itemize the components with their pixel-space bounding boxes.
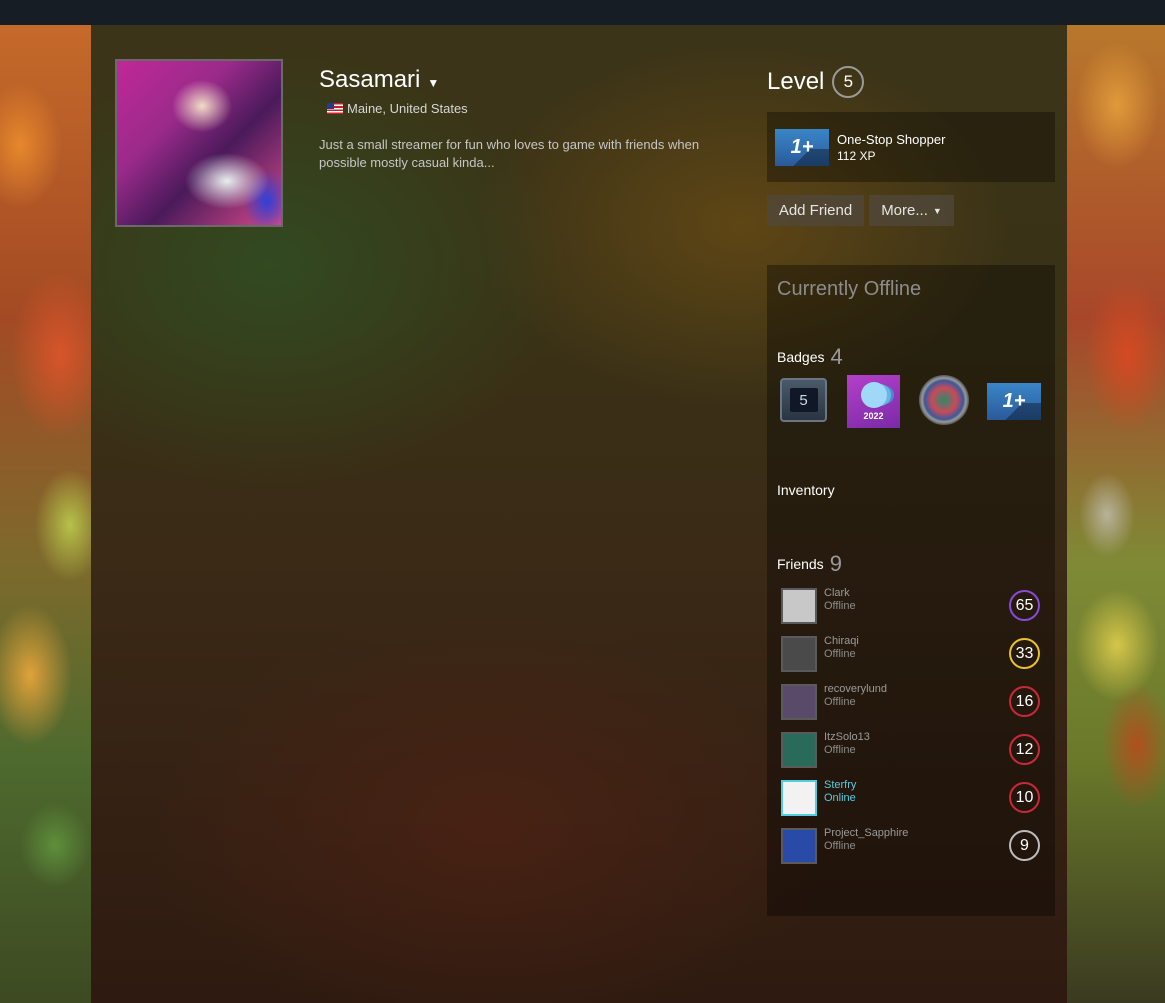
location-text: Maine, United States [347, 101, 468, 116]
top-bar [0, 0, 1165, 25]
badge-list: 5 2022 1+ [779, 374, 1045, 430]
friend-name[interactable]: ItzSolo13 [824, 731, 870, 743]
disc-badge-icon[interactable] [919, 375, 969, 425]
friend-name[interactable]: Clark [824, 587, 850, 599]
friends-section-title[interactable]: Friends 9 [777, 551, 842, 577]
background-art-left [0, 25, 91, 1003]
steam-replay-2022-badge-icon[interactable]: 2022 [847, 375, 900, 428]
chevron-down-icon: ▼ [932, 205, 942, 216]
level-badge[interactable]: 5 [832, 66, 865, 98]
level-label: Level [767, 68, 825, 95]
add-friend-label: Add Friend [778, 202, 853, 219]
friend-level-badge: 9 [1009, 830, 1040, 861]
inventory-title: Inventory [777, 482, 835, 498]
friend-avatar[interactable] [781, 684, 817, 720]
friend-row[interactable]: recoverylund Offline 16 [781, 683, 1043, 720]
friend-name[interactable]: Project_Sapphire [824, 827, 908, 839]
more-label: More... [881, 202, 928, 219]
profile-name: Sasamari [319, 66, 421, 93]
friend-level-badge: 10 [1009, 782, 1040, 813]
badge-icon-text: 1+ [790, 135, 814, 158]
friend-row[interactable]: Chiraqi Offline 33 [781, 635, 1043, 672]
friend-row[interactable]: ItzSolo13 Offline 12 [781, 731, 1043, 768]
profile-name-row[interactable]: Sasamari ▼ [319, 66, 439, 94]
one-stop-shopper-badge-icon: 1+ [775, 128, 829, 166]
friends-count: 9 [829, 551, 842, 576]
profile-location: Maine, United States [327, 101, 468, 116]
favorite-badge-name: One-Stop Shopper [837, 131, 946, 147]
friend-level-badge: 33 [1009, 638, 1040, 669]
profile-level: Level 5 [767, 66, 865, 98]
badge-year-text: 2022 [863, 411, 884, 421]
steam-logo-icon [860, 382, 887, 408]
profile-right-panel: Currently Offline Badges 4 5 2022 1+ Inve… [767, 265, 1055, 916]
friend-avatar[interactable] [781, 828, 817, 864]
friend-row[interactable]: Clark Offline 65 [781, 587, 1043, 624]
friend-level-badge: 65 [1009, 590, 1040, 621]
friend-name[interactable]: recoverylund [824, 683, 887, 695]
add-friend-button[interactable]: Add Friend [767, 195, 864, 226]
friend-level-badge: 16 [1009, 686, 1040, 717]
friend-status: Offline [824, 648, 856, 660]
friend-status: Offline [824, 600, 856, 612]
friend-avatar[interactable] [781, 780, 817, 816]
background-art-right [1067, 25, 1165, 1003]
friend-level-badge: 12 [1009, 734, 1040, 765]
friend-row[interactable]: Sterfry Online 10 [781, 779, 1043, 816]
friend-avatar[interactable] [781, 588, 817, 624]
badge-icon-text: 1+ [1002, 390, 1026, 412]
favorite-badge[interactable]: 1+ One-Stop Shopper 112 XP [767, 112, 1055, 182]
friend-status: Offline [824, 840, 856, 852]
friend-row[interactable]: Project_Sapphire Offline 9 [781, 827, 1043, 864]
friend-status: Online [824, 792, 856, 804]
level-5-badge-text: 5 [789, 388, 818, 412]
profile-summary: Just a small streamer for fun who loves … [319, 137, 700, 170]
friend-status: Offline [824, 696, 856, 708]
friends-title: Friends [777, 556, 824, 572]
badges-title: Badges [777, 349, 825, 365]
friend-name[interactable]: Sterfry [824, 779, 856, 791]
chevron-down-icon[interactable]: ▼ [427, 76, 439, 90]
badges-section-title[interactable]: Badges 4 [777, 344, 843, 370]
profile-avatar[interactable] [115, 59, 283, 227]
inventory-section-title[interactable]: Inventory [777, 482, 835, 498]
badges-count: 4 [830, 344, 843, 369]
friend-avatar[interactable] [781, 732, 817, 768]
friend-status: Offline [824, 744, 856, 756]
favorite-badge-xp: 112 XP [837, 148, 876, 163]
level-5-badge-icon[interactable]: 5 [780, 378, 827, 422]
friend-avatar[interactable] [781, 636, 817, 672]
more-button[interactable]: More... ▼ [869, 195, 954, 226]
online-status: Currently Offline [777, 278, 922, 300]
friend-name[interactable]: Chiraqi [824, 635, 859, 647]
us-flag-icon [327, 103, 343, 114]
one-stop-shopper-badge-icon[interactable]: 1+ [987, 383, 1041, 420]
